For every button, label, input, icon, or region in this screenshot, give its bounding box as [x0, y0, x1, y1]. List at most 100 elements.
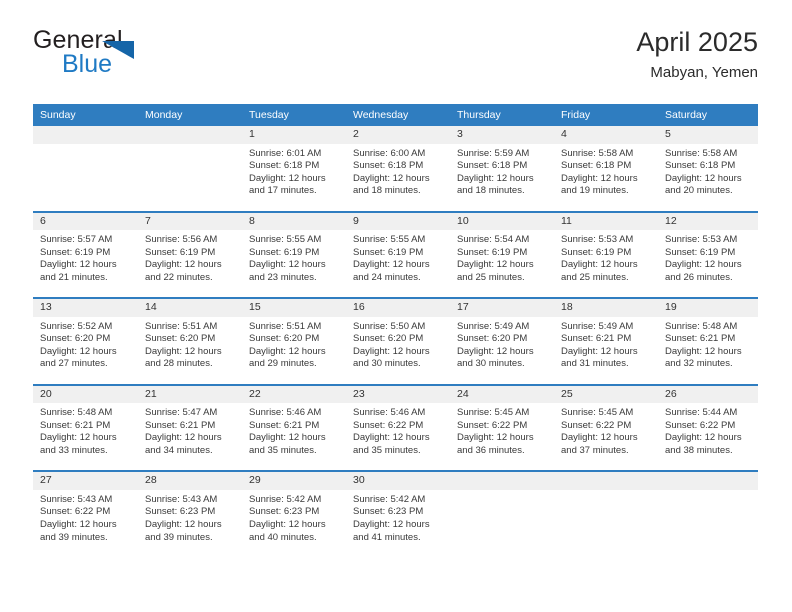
day-cell[interactable]: Sunrise: 5:53 AM Sunset: 6:19 PM Daylight:… [554, 230, 658, 299]
week-daynum-row: 6 7 8 9 10 11 12 [33, 210, 758, 231]
day-cell[interactable]: Sunrise: 5:43 AM Sunset: 6:22 PM Daylight:… [33, 489, 138, 557]
day-cell[interactable]: Sunrise: 5:54 AM Sunset: 6:19 PM Daylight:… [450, 230, 554, 299]
day-number-cell[interactable]: 7 [138, 210, 242, 231]
sunset-text: Sunset: 6:21 PM [145, 419, 216, 431]
sunset-text: Sunset: 6:21 PM [40, 419, 111, 431]
day-number-cell[interactable]: 2 [346, 126, 450, 144]
day-number-cell[interactable]: 28 [138, 470, 242, 490]
day-cell[interactable]: Sunrise: 5:48 AM Sunset: 6:21 PM Daylight:… [658, 316, 758, 385]
day-number-cell[interactable]: 13 [33, 297, 138, 317]
day-cell[interactable]: Sunrise: 6:01 AM Sunset: 6:18 PM Daylight:… [242, 143, 346, 212]
day-cell-empty [33, 143, 138, 212]
day-number-cell[interactable]: 4 [554, 126, 658, 144]
day-cell[interactable]: Sunrise: 5:51 AM Sunset: 6:20 PM Daylight:… [242, 316, 346, 385]
sunset-text: Sunset: 6:23 PM [353, 506, 424, 518]
day-cell[interactable]: Sunrise: 5:45 AM Sunset: 6:22 PM Daylight:… [554, 403, 658, 472]
daylight-text: Daylight: 12 hours and 35 minutes. [249, 432, 326, 456]
weekday-header-friday: Friday [554, 104, 658, 126]
day-number-cell[interactable]: 22 [242, 383, 346, 404]
sunset-text: Sunset: 6:19 PM [40, 246, 111, 258]
day-cell[interactable]: Sunrise: 5:47 AM Sunset: 6:21 PM Daylight:… [138, 403, 242, 472]
day-cell-empty [138, 143, 242, 212]
day-cell[interactable]: Sunrise: 5:56 AM Sunset: 6:19 PM Daylight:… [138, 230, 242, 299]
day-number-cell-empty [33, 126, 138, 144]
day-cell[interactable]: Sunrise: 5:49 AM Sunset: 6:20 PM Daylight:… [450, 316, 554, 385]
day-number-cell[interactable]: 3 [450, 126, 554, 144]
day-number-cell[interactable]: 20 [33, 383, 138, 404]
day-number-cell[interactable]: 8 [242, 210, 346, 231]
day-number-cell[interactable]: 12 [658, 210, 758, 231]
sunset-text: Sunset: 6:19 PM [249, 246, 320, 258]
sunrise-text: Sunrise: 5:53 AM [665, 234, 738, 246]
day-cell-empty [450, 489, 554, 557]
sunrise-text: Sunrise: 5:51 AM [249, 320, 322, 332]
day-cell[interactable]: Sunrise: 5:44 AM Sunset: 6:22 PM Daylight:… [658, 403, 758, 472]
day-number-cell[interactable]: 24 [450, 383, 554, 404]
day-number-cell[interactable]: 14 [138, 297, 242, 317]
sunrise-text: Sunrise: 5:46 AM [353, 407, 426, 419]
daylight-text: Daylight: 12 hours and 33 minutes. [40, 432, 117, 456]
daylight-text: Daylight: 12 hours and 36 minutes. [457, 432, 534, 456]
day-number-cell[interactable]: 10 [450, 210, 554, 231]
day-cell[interactable]: Sunrise: 5:45 AM Sunset: 6:22 PM Daylight:… [450, 403, 554, 472]
page-header: General Blue April 2025 Mabyan, Yemen [33, 27, 758, 98]
day-number-cell[interactable]: 26 [658, 383, 758, 404]
day-number-cell[interactable]: 30 [346, 470, 450, 490]
page-title: April 2025 [636, 27, 758, 57]
day-number-cell[interactable]: 21 [138, 383, 242, 404]
day-number-cell[interactable]: 11 [554, 210, 658, 231]
daylight-text: Daylight: 12 hours and 30 minutes. [353, 345, 430, 370]
day-number-cell[interactable]: 16 [346, 297, 450, 317]
day-cell[interactable]: Sunrise: 5:55 AM Sunset: 6:19 PM Daylight:… [346, 230, 450, 299]
day-number-cell[interactable]: 18 [554, 297, 658, 317]
day-number-cell[interactable]: 27 [33, 470, 138, 490]
sunset-text: Sunset: 6:19 PM [145, 246, 216, 258]
day-cell[interactable]: Sunrise: 5:50 AM Sunset: 6:20 PM Daylight:… [346, 316, 450, 385]
day-cell[interactable]: Sunrise: 5:51 AM Sunset: 6:20 PM Daylight:… [138, 316, 242, 385]
day-number-cell[interactable]: 23 [346, 383, 450, 404]
calendar-grid: Sunday Monday Tuesday Wednesday Thursday… [33, 104, 758, 557]
day-cell[interactable]: Sunrise: 5:42 AM Sunset: 6:23 PM Daylight:… [242, 489, 346, 557]
daylight-text: Daylight: 12 hours and 38 minutes. [665, 432, 742, 456]
daylight-text: Daylight: 12 hours and 26 minutes. [665, 259, 742, 283]
sunrise-text: Sunrise: 5:43 AM [145, 493, 218, 505]
sunrise-text: Sunrise: 5:47 AM [145, 407, 218, 419]
sunset-text: Sunset: 6:18 PM [457, 160, 528, 172]
day-number-cell[interactable]: 6 [33, 210, 138, 231]
sunrise-text: Sunrise: 5:59 AM [457, 147, 530, 159]
day-number-cell[interactable]: 17 [450, 297, 554, 317]
day-cell[interactable]: Sunrise: 5:58 AM Sunset: 6:18 PM Daylight:… [554, 143, 658, 212]
week-detail-row: Sunrise: 6:01 AM Sunset: 6:18 PM Daylight:… [33, 143, 758, 212]
day-cell[interactable]: Sunrise: 5:49 AM Sunset: 6:21 PM Daylight:… [554, 316, 658, 385]
day-number-cell[interactable]: 15 [242, 297, 346, 317]
day-number-cell-empty [450, 470, 554, 490]
day-number-cell[interactable]: 5 [658, 126, 758, 144]
day-cell[interactable]: Sunrise: 5:48 AM Sunset: 6:21 PM Daylight:… [33, 403, 138, 472]
weekday-header-row: Sunday Monday Tuesday Wednesday Thursday… [33, 104, 758, 126]
daylight-text: Daylight: 12 hours and 28 minutes. [145, 345, 222, 370]
sunset-text: Sunset: 6:22 PM [457, 419, 528, 431]
day-cell[interactable]: Sunrise: 5:42 AM Sunset: 6:23 PM Daylight:… [346, 489, 450, 557]
day-cell[interactable]: Sunrise: 5:57 AM Sunset: 6:19 PM Daylight:… [33, 230, 138, 299]
day-number-cell[interactable]: 29 [242, 470, 346, 490]
sunset-text: Sunset: 6:22 PM [561, 419, 632, 431]
sunrise-text: Sunrise: 5:45 AM [457, 407, 530, 419]
day-number-cell[interactable]: 9 [346, 210, 450, 231]
day-cell[interactable]: Sunrise: 5:46 AM Sunset: 6:21 PM Daylight:… [242, 403, 346, 472]
day-cell[interactable]: Sunrise: 5:52 AM Sunset: 6:20 PM Daylight:… [33, 316, 138, 385]
day-cell[interactable]: Sunrise: 5:59 AM Sunset: 6:18 PM Daylight:… [450, 143, 554, 212]
day-number-cell[interactable]: 25 [554, 383, 658, 404]
day-number-cell[interactable]: 1 [242, 126, 346, 144]
day-cell[interactable]: Sunrise: 5:46 AM Sunset: 6:22 PM Daylight:… [346, 403, 450, 472]
sunrise-text: Sunrise: 5:48 AM [665, 320, 738, 332]
day-cell[interactable]: Sunrise: 5:58 AM Sunset: 6:18 PM Daylight:… [658, 143, 758, 212]
sunrise-text: Sunrise: 5:45 AM [561, 407, 634, 419]
sunset-text: Sunset: 6:19 PM [665, 246, 736, 258]
day-cell[interactable]: Sunrise: 6:00 AM Sunset: 6:18 PM Daylight:… [346, 143, 450, 212]
day-cell[interactable]: Sunrise: 5:53 AM Sunset: 6:19 PM Daylight:… [658, 230, 758, 299]
sunset-text: Sunset: 6:18 PM [665, 160, 736, 172]
weekday-header-wednesday: Wednesday [346, 104, 450, 126]
day-number-cell[interactable]: 19 [658, 297, 758, 317]
day-cell[interactable]: Sunrise: 5:43 AM Sunset: 6:23 PM Daylight:… [138, 489, 242, 557]
day-cell[interactable]: Sunrise: 5:55 AM Sunset: 6:19 PM Daylight:… [242, 230, 346, 299]
